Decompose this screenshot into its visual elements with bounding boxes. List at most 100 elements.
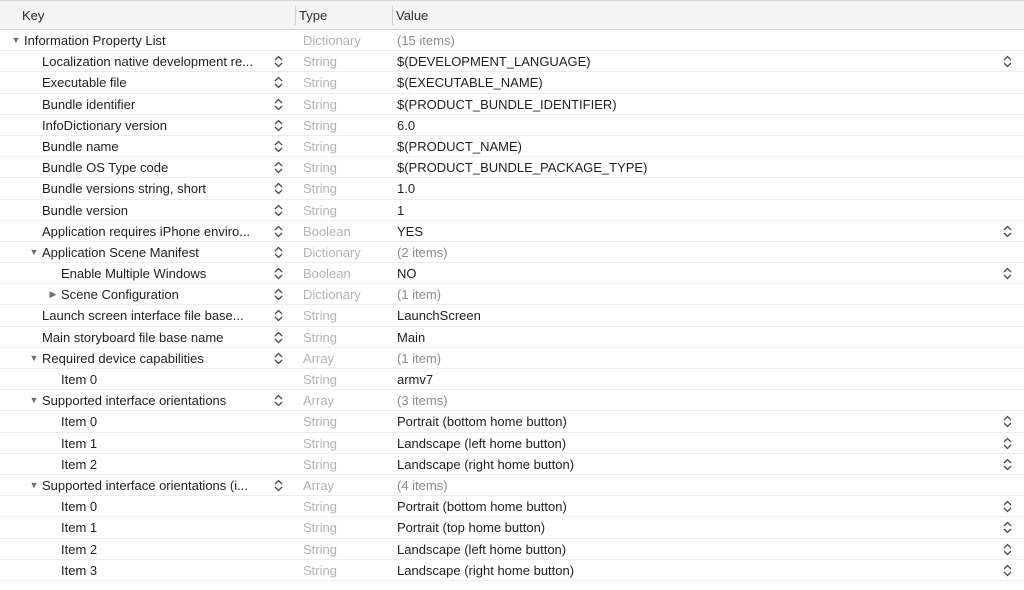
value-popup-stepper-icon[interactable] (1003, 457, 1012, 472)
plist-row[interactable]: Bundle OS Type code String $(PRODUCT_BUNDL… (0, 157, 1024, 179)
plist-row[interactable]: ▼ Application Scene Manifest Dictionary (2 … (0, 242, 1024, 264)
row-type[interactable]: String (303, 560, 337, 581)
plist-row[interactable]: Item 0 String armv7 (0, 369, 1024, 391)
value-column-header[interactable]: Value (396, 1, 428, 30)
value-popup-stepper-icon[interactable] (1003, 224, 1012, 239)
row-type[interactable]: Dictionary (303, 30, 361, 51)
row-value[interactable]: Portrait (bottom home button) (397, 411, 567, 432)
row-key[interactable]: Launch screen interface file base... (42, 305, 244, 326)
row-value[interactable]: $(EXECUTABLE_NAME) (397, 72, 543, 93)
disclosure-expanded-icon[interactable]: ▼ (28, 348, 40, 369)
value-popup-stepper-icon[interactable] (1003, 436, 1012, 451)
row-value[interactable]: Landscape (left home button) (397, 539, 566, 560)
row-key[interactable]: Executable file (42, 72, 127, 93)
row-key[interactable]: Item 3 (61, 560, 97, 581)
row-type[interactable]: Dictionary (303, 284, 361, 305)
row-key[interactable]: InfoDictionary version (42, 115, 167, 136)
key-popup-stepper-icon[interactable] (274, 54, 283, 69)
row-type[interactable]: Boolean (303, 263, 351, 284)
row-type[interactable]: String (303, 136, 337, 157)
row-type[interactable]: Array (303, 475, 334, 496)
row-key[interactable]: Supported interface orientations (i... (42, 475, 248, 496)
plist-row[interactable]: Item 1 String Landscape (left home button) (0, 433, 1024, 454)
row-type[interactable]: String (303, 539, 337, 560)
key-popup-stepper-icon[interactable] (274, 245, 283, 260)
value-popup-stepper-icon[interactable] (1003, 54, 1012, 69)
row-value[interactable]: $(PRODUCT_BUNDLE_PACKAGE_TYPE) (397, 157, 647, 178)
value-popup-stepper-icon[interactable] (1003, 499, 1012, 514)
row-type[interactable]: String (303, 72, 337, 93)
type-column-header[interactable]: Type (299, 1, 327, 30)
key-popup-stepper-icon[interactable] (274, 203, 283, 218)
row-key[interactable]: Scene Configuration (61, 284, 179, 305)
key-popup-stepper-icon[interactable] (274, 330, 283, 345)
plist-row[interactable]: Main storyboard file base name String Main (0, 327, 1024, 348)
row-key[interactable]: Application Scene Manifest (42, 242, 199, 263)
row-key[interactable]: Item 1 (61, 433, 97, 454)
column-divider[interactable] (295, 6, 296, 25)
key-popup-stepper-icon[interactable] (274, 308, 283, 323)
row-type[interactable]: String (303, 433, 337, 454)
row-value[interactable]: Portrait (bottom home button) (397, 496, 567, 517)
key-popup-stepper-icon[interactable] (274, 478, 283, 493)
row-value[interactable]: Landscape (left home button) (397, 433, 566, 454)
row-value[interactable]: Landscape (right home button) (397, 454, 574, 475)
value-popup-stepper-icon[interactable] (1003, 563, 1012, 578)
row-value[interactable]: $(DEVELOPMENT_LANGUAGE) (397, 51, 591, 72)
row-key[interactable]: Required device capabilities (42, 348, 204, 369)
key-popup-stepper-icon[interactable] (274, 351, 283, 366)
key-popup-stepper-icon[interactable] (274, 97, 283, 112)
plist-row[interactable]: Localization native development re... Str… (0, 51, 1024, 73)
row-type[interactable]: String (303, 51, 337, 72)
row-value[interactable]: $(PRODUCT_NAME) (397, 136, 522, 157)
row-value[interactable]: $(PRODUCT_BUNDLE_IDENTIFIER) (397, 94, 617, 115)
row-type[interactable]: String (303, 369, 337, 390)
plist-row[interactable]: ▼ Supported interface orientations Array (3… (0, 390, 1024, 412)
key-popup-stepper-icon[interactable] (274, 118, 283, 133)
key-popup-stepper-icon[interactable] (274, 393, 283, 408)
disclosure-expanded-icon[interactable]: ▼ (28, 475, 40, 496)
plist-row[interactable]: Bundle identifier String $(PRODUCT_BUNDLE_… (0, 94, 1024, 115)
row-value[interactable]: 1 (397, 200, 404, 221)
disclosure-expanded-icon[interactable]: ▼ (28, 242, 40, 263)
plist-row[interactable]: Enable Multiple Windows Boolean NO (0, 263, 1024, 285)
row-type[interactable]: String (303, 115, 337, 136)
row-key[interactable]: Item 2 (61, 539, 97, 560)
row-key[interactable]: Bundle identifier (42, 94, 135, 115)
plist-row[interactable]: ▶ Scene Configuration Dictionary (1 item) (0, 284, 1024, 306)
value-popup-stepper-icon[interactable] (1003, 542, 1012, 557)
plist-row[interactable]: Item 2 String Landscape (right home button… (0, 454, 1024, 475)
value-popup-stepper-icon[interactable] (1003, 266, 1012, 281)
row-type[interactable]: String (303, 496, 337, 517)
row-type[interactable]: String (303, 454, 337, 475)
row-key[interactable]: Bundle versions string, short (42, 178, 206, 199)
plist-row[interactable]: Item 0 String Portrait (bottom home button… (0, 411, 1024, 433)
key-popup-stepper-icon[interactable] (274, 266, 283, 281)
row-type[interactable]: String (303, 94, 337, 115)
key-popup-stepper-icon[interactable] (274, 224, 283, 239)
plist-row[interactable]: Application requires iPhone enviro... Boo… (0, 221, 1024, 242)
row-value[interactable]: LaunchScreen (397, 305, 481, 326)
row-type[interactable]: String (303, 411, 337, 432)
row-type[interactable]: Array (303, 348, 334, 369)
row-key[interactable]: Main storyboard file base name (42, 327, 223, 348)
plist-row[interactable]: ▼ Required device capabilities Array (1 ite… (0, 348, 1024, 369)
row-value[interactable]: 6.0 (397, 115, 415, 136)
key-popup-stepper-icon[interactable] (274, 139, 283, 154)
plist-row[interactable]: Item 2 String Landscape (left home button) (0, 539, 1024, 560)
row-value[interactable]: Landscape (right home button) (397, 560, 574, 581)
row-value[interactable]: NO (397, 263, 417, 284)
row-type[interactable]: Array (303, 390, 334, 411)
key-popup-stepper-icon[interactable] (274, 181, 283, 196)
row-type[interactable]: String (303, 305, 337, 326)
row-value[interactable]: YES (397, 221, 423, 242)
key-popup-stepper-icon[interactable] (274, 287, 283, 302)
row-key[interactable]: Supported interface orientations (42, 390, 226, 411)
plist-row[interactable]: Bundle name String $(PRODUCT_NAME) (0, 136, 1024, 158)
plist-row[interactable]: Launch screen interface file base... Stri… (0, 305, 1024, 327)
row-type[interactable]: String (303, 517, 337, 538)
row-key[interactable]: Bundle name (42, 136, 119, 157)
row-key[interactable]: Application requires iPhone enviro... (42, 221, 250, 242)
plist-row[interactable]: Item 3 String Landscape (right home button… (0, 560, 1024, 581)
row-type[interactable]: String (303, 178, 337, 199)
